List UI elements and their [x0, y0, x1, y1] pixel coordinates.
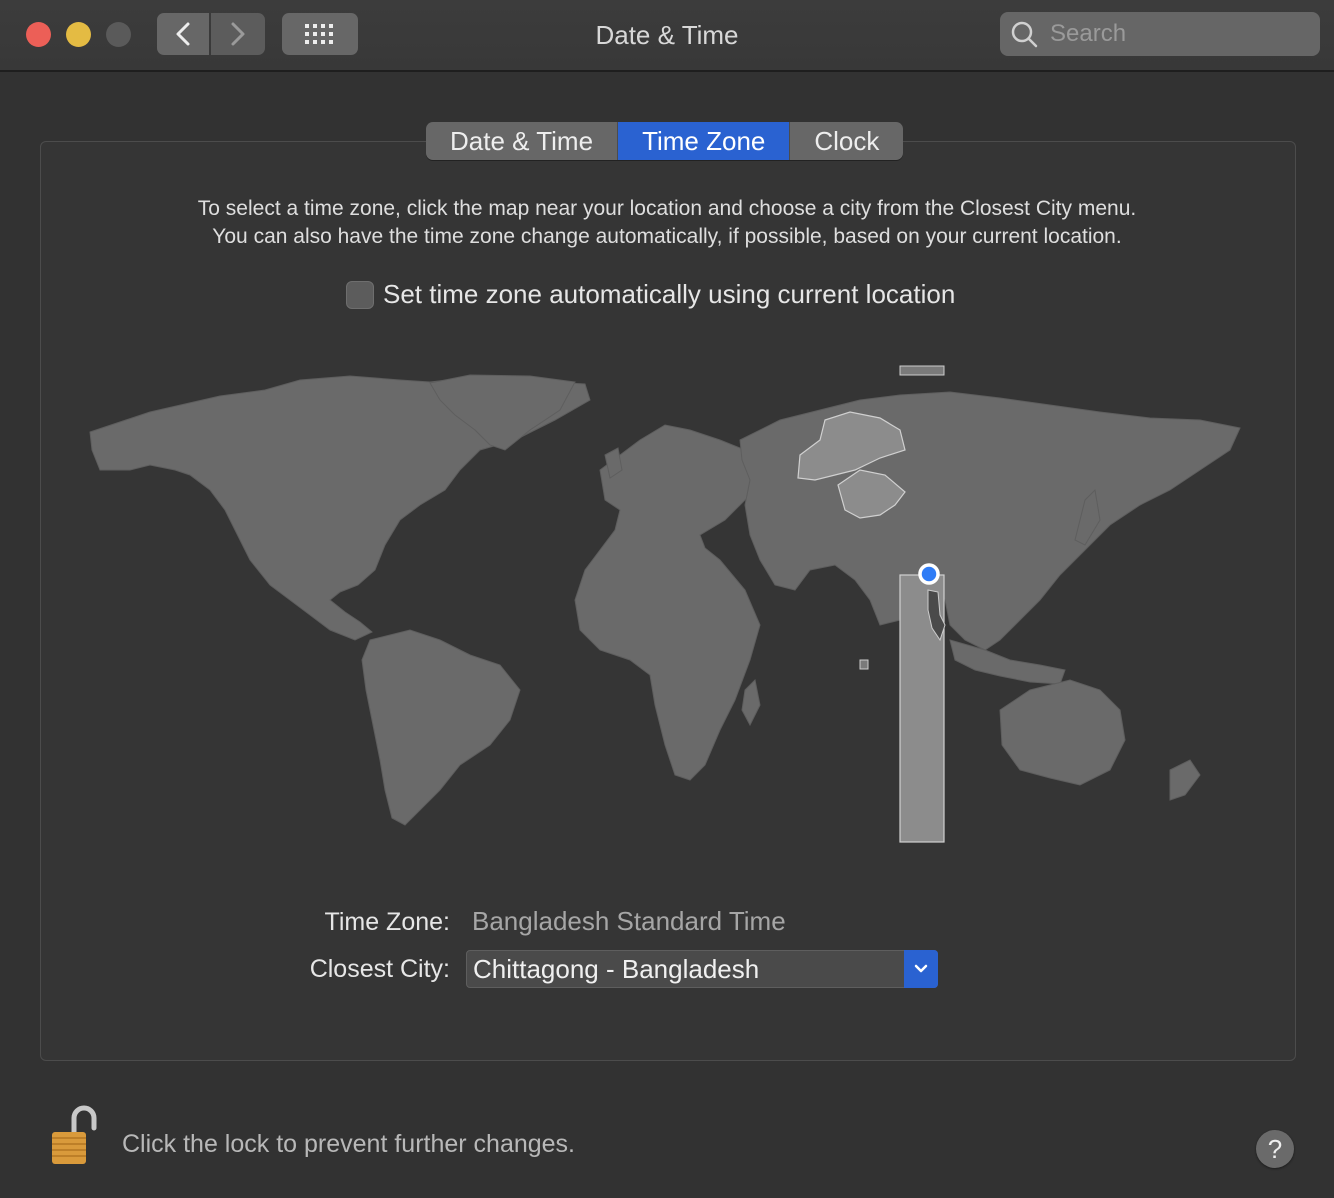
lock-button[interactable] — [48, 1104, 100, 1173]
closest-city-select[interactable]: Chittagong - Bangladesh — [466, 950, 938, 988]
location-pin — [918, 563, 940, 585]
south-america-landmass — [361, 629, 521, 826]
europe-africa-landmass — [574, 424, 761, 781]
closest-city-value: Chittagong - Bangladesh — [473, 953, 760, 984]
chevron-down-icon — [914, 964, 928, 973]
time-zone-value: Bangladesh Standard Time — [472, 906, 786, 936]
indonesia-landmass — [949, 639, 1066, 685]
asia-landmass — [739, 391, 1241, 651]
closest-city-dropdown-button[interactable] — [904, 950, 938, 988]
time-zone-label: Time Zone: — [324, 908, 450, 936]
highlighted-zone-island — [899, 365, 945, 376]
closest-city-label: Closest City: — [309, 955, 450, 983]
highlighted-zone-small — [859, 659, 869, 670]
madagascar-landmass — [741, 678, 761, 727]
lock-status-text: Click the lock to prevent further change… — [122, 1130, 576, 1158]
open-lock-icon — [52, 1105, 97, 1164]
new-zealand-landmass — [1169, 759, 1201, 801]
world-map[interactable] — [0, 0, 1334, 1198]
help-button[interactable]: ? — [1256, 1130, 1294, 1168]
australia-landmass — [999, 679, 1126, 786]
